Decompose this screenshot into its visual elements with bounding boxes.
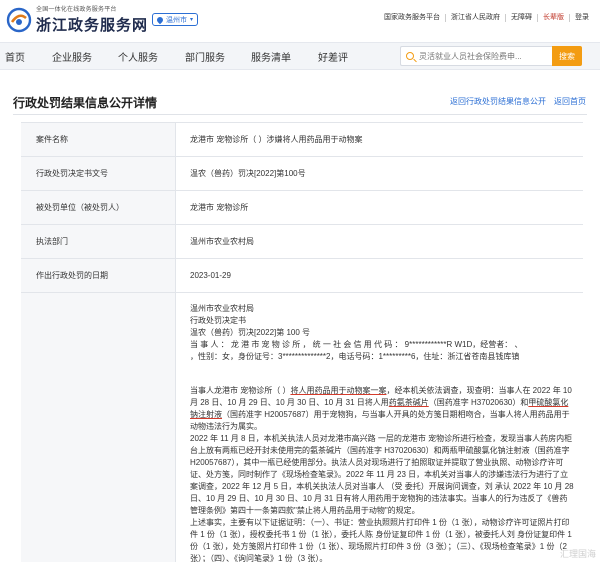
decision-line: 当 事 人 ： 龙 港 市 宠 物 诊 所 ， 统 一 社 会 信 用 代 码 … — [190, 340, 523, 349]
top-bar: 全国一体化在线政务服务平台 浙江政务服务网 温州市 ▾ 国家政务服务平台 浙江省… — [0, 0, 600, 36]
row-label: 执法部门 — [21, 225, 176, 258]
nav-home[interactable]: 首页 — [5, 49, 25, 64]
row-label: 被处罚单位（被处罚人） — [21, 191, 176, 224]
link-elder-version[interactable]: 长辈版 — [537, 14, 569, 22]
nav-department-services[interactable]: 部门服务 — [185, 49, 225, 64]
watermark-text: 汇理国海 — [559, 549, 596, 559]
top-links: 国家政务服务平台 浙江省人民政府 无障碍 长辈版 登录 — [379, 14, 594, 22]
link-accessibility[interactable]: 无障碍 — [505, 14, 537, 22]
site-logo[interactable]: 全国一体化在线政务服务平台 浙江政务服务网 — [6, 4, 148, 35]
nav-service-list[interactable]: 服务清单 — [251, 49, 291, 64]
title-divider — [13, 114, 587, 115]
table-row-penalized-party: 被处罚单位（被处罚人） 龙港市 宠物诊所 — [21, 191, 583, 225]
search-button[interactable]: 搜索 — [552, 46, 582, 66]
table-row-penalty-date: 作出行政处罚的日期 2023-01-29 — [21, 259, 583, 293]
row-label — [21, 293, 176, 562]
search-input[interactable] — [419, 51, 549, 61]
location-pin-icon — [155, 15, 165, 24]
nav-personal-services[interactable]: 个人服务 — [118, 49, 158, 64]
decision-paragraph-investigation: 2022 年 11 月 8 日，本机关执法人员对龙港市高兴路 一层的龙港市 宠物… — [190, 434, 574, 515]
table-row-enforcement-dept: 执法部门 温州市农业农村局 — [21, 225, 583, 259]
search-box — [400, 46, 552, 66]
row-label: 作出行政处罚的日期 — [21, 259, 176, 292]
table-row-decision-number: 行政处罚决定书文号 温农（兽药）罚决[2022]第100号 — [21, 157, 583, 191]
back-to-home-link[interactable]: 返回首页 — [554, 96, 586, 107]
row-value: 龙港市 宠物诊所 — [190, 203, 249, 212]
row-value: 温州市农业农村局 — [190, 237, 254, 246]
table-row-case-name: 案件名称 龙港市 宠物诊所（ ）涉嫌将人用药品用于动物案 — [21, 123, 583, 157]
decision-paragraph-findings: 当事人龙港市 宠物诊所（ ）将人用药品用于动物案一案，经本机关依法调查，现查明：… — [190, 386, 572, 431]
row-label: 行政处罚决定书文号 — [21, 157, 176, 190]
city-selector[interactable]: 温州市 ▾ — [152, 13, 199, 26]
city-name: 温州市 — [166, 16, 187, 24]
decision-paragraph-evidence: 上述事实，主要有以下证据证明：（一）、书证：营业执照照片打印件 1 份（1 张）… — [190, 518, 572, 562]
table-row-decision-content: 温州市农业农村局 行政处罚决定书 温农（兽药）罚决[2022]第 100 号 当… — [21, 293, 583, 562]
decision-content: 温州市农业农村局 行政处罚决定书 温农（兽药）罚决[2022]第 100 号 当… — [176, 293, 583, 562]
back-links: 返回行政处罚结果信息公开 返回首页 — [450, 96, 586, 107]
nav-enterprise-services[interactable]: 企业服务 — [52, 49, 92, 64]
row-value: 温农（兽药）罚决[2022]第100号 — [190, 169, 306, 178]
link-login[interactable]: 登录 — [569, 14, 594, 22]
row-value: 2023-01-29 — [190, 271, 231, 280]
decision-line: 温农（兽药）罚决[2022]第 100 号 — [190, 328, 311, 337]
decision-line: 行政处罚决定书 — [190, 316, 246, 325]
detail-table: 案件名称 龙港市 宠物诊所（ ）涉嫌将人用药品用于动物案 行政处罚决定书文号 温… — [21, 122, 583, 562]
search-icon — [406, 52, 414, 60]
logo-emblem-icon — [6, 6, 32, 33]
logo-title: 浙江政务服务网 — [36, 16, 149, 34]
logo-subtitle: 全国一体化在线政务服务平台 — [36, 7, 117, 13]
row-label: 案件名称 — [21, 123, 176, 156]
nav-evaluation[interactable]: 好差评 — [318, 49, 348, 64]
decision-line: ，性别：女，身份证号：3**************2，电话号码：1******… — [190, 352, 520, 361]
decision-line: 温州市农业农村局 — [190, 304, 254, 313]
link-provincial-government[interactable]: 浙江省人民政府 — [445, 14, 505, 22]
row-value: 龙港市 宠物诊所（ ）涉嫌将人用药品用于动物案 — [190, 135, 363, 144]
page-title: 行政处罚结果信息公开详情 — [13, 96, 158, 110]
link-national-platform[interactable]: 国家政务服务平台 — [379, 14, 445, 22]
chevron-down-icon: ▾ — [190, 17, 194, 23]
back-to-list-link[interactable]: 返回行政处罚结果信息公开 — [450, 96, 546, 107]
